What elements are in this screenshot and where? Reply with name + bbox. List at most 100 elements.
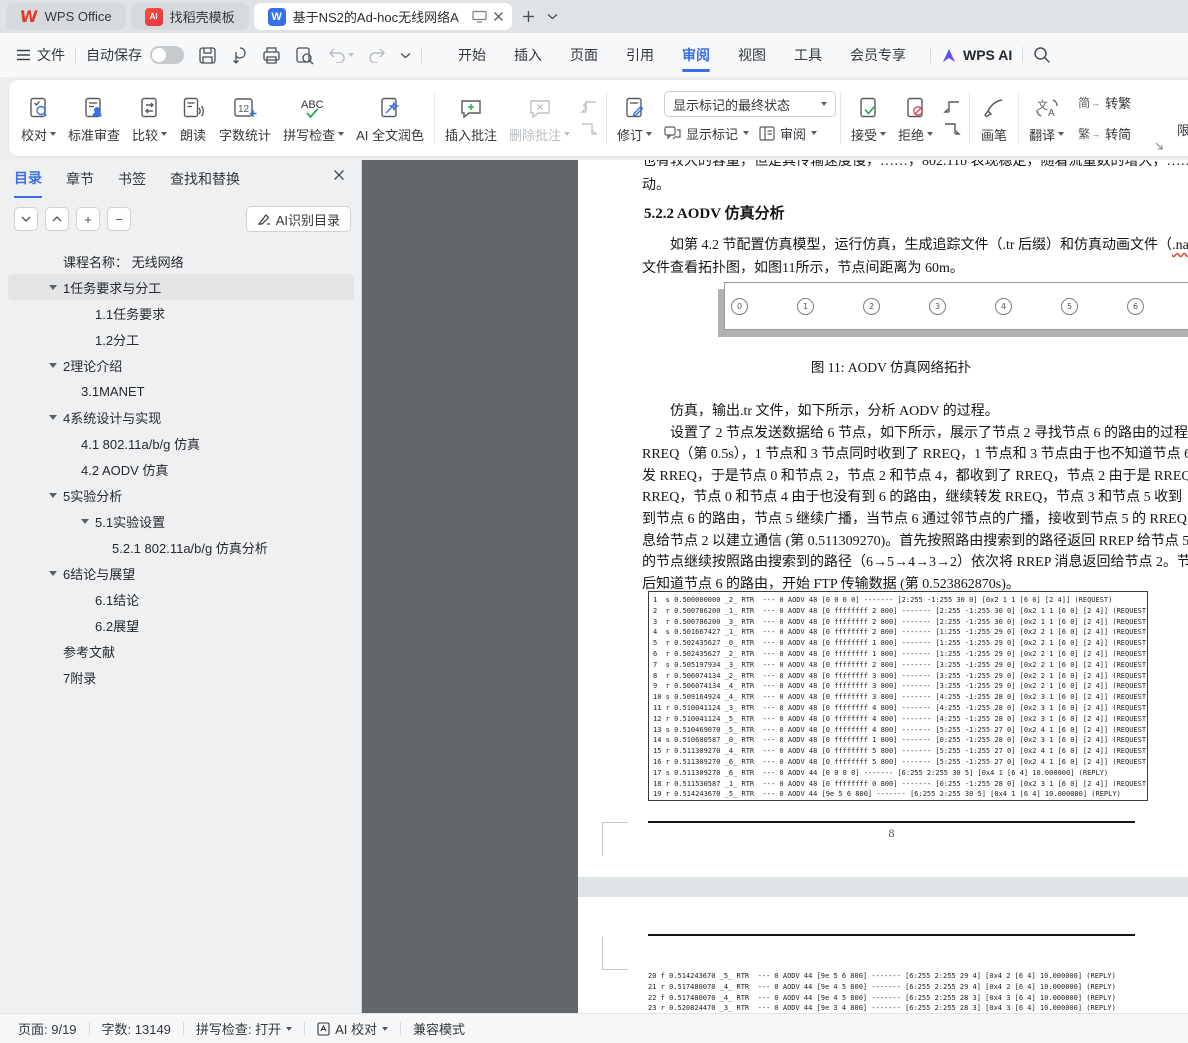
reject-button[interactable]: 拒绝 xyxy=(892,91,939,146)
document-canvas[interactable]: 也有较大的容量，但是其传输速度慢，……，802.11b 表现稳定，随着流量数的增… xyxy=(362,160,1188,1013)
toc-item[interactable]: 5实验分析 xyxy=(8,482,354,508)
menu-tab[interactable]: 会员专享 xyxy=(836,33,920,77)
review-pane-button[interactable]: 审阅 xyxy=(759,121,818,145)
translate-button[interactable]: 文A 翻译 xyxy=(1023,91,1070,146)
page-indicator[interactable]: 页面: 9/19 xyxy=(18,1019,77,1038)
tab-wps-office[interactable]: W WPS Office xyxy=(6,3,126,30)
toc-item[interactable]: 6结论与展望 xyxy=(8,560,354,586)
compare-button[interactable]: 比较 xyxy=(126,91,173,146)
ribbon-group-ink: 画笔 xyxy=(974,84,1014,152)
ai-proofread-status[interactable]: AI 校对 xyxy=(317,1019,389,1038)
close-icon[interactable] xyxy=(493,11,504,22)
toc-item[interactable]: 3.1MANET xyxy=(8,378,354,404)
menu-tab[interactable]: 审阅 xyxy=(668,33,724,77)
toc-collapse-arrow-icon[interactable] xyxy=(49,570,57,576)
sidebar-tab-chapters[interactable]: 章节 xyxy=(66,160,94,198)
accept-button[interactable]: 接受 xyxy=(845,91,892,146)
toc-item[interactable]: 5.2.1 802.11a/b/g 仿真分析 xyxy=(8,534,354,560)
toc-collapse-arrow-icon[interactable] xyxy=(49,284,57,290)
brush-button[interactable]: 画笔 xyxy=(974,91,1014,146)
delete-comment-button[interactable]: 删除批注 xyxy=(503,91,576,146)
spell-check-status[interactable]: 拼写检查: 打开 xyxy=(196,1019,293,1038)
menu-tab[interactable]: 插入 xyxy=(500,33,556,77)
print-icon[interactable] xyxy=(262,46,281,64)
ai-polish-button[interactable]: AI 全文润色 xyxy=(350,91,430,146)
new-tab-button[interactable] xyxy=(517,5,541,29)
monitor-icon[interactable] xyxy=(472,10,487,23)
export-pdf-icon[interactable] xyxy=(231,46,248,65)
restrict-edit-button[interactable]: 限制编辑 xyxy=(1171,86,1188,141)
toc-item[interactable]: 4.2 AODV 仿真 xyxy=(8,456,354,482)
menu-tab[interactable]: 引用 xyxy=(612,33,668,77)
spell-check-button[interactable]: ABC 拼写检查 xyxy=(277,91,350,146)
read-aloud-button[interactable]: 朗读 xyxy=(173,91,213,146)
toc-collapse-arrow-icon[interactable] xyxy=(49,492,57,498)
toc-item[interactable]: 6.2展望 xyxy=(8,612,354,638)
tab-document[interactable]: W 基于NS2的Ad-hoc无线网络A xyxy=(253,3,512,30)
navigation-sidebar: 目录 章节 书签 查找和替换 + − AI识别目录 课程名称： 无线网络 1任务… xyxy=(0,160,362,1013)
toc-collapse-up-button[interactable] xyxy=(45,207,69,231)
toc-item[interactable]: 1.2分工 xyxy=(8,326,354,352)
file-menu[interactable]: 文件 xyxy=(16,45,65,65)
previous-change-icon[interactable] xyxy=(943,100,961,114)
toc-item[interactable]: 课程名称： 无线网络 xyxy=(8,248,354,274)
toc-item[interactable]: 4.1 802.11a/b/g 仿真 xyxy=(8,430,354,456)
group-expand-icon[interactable] xyxy=(1155,142,1164,151)
track-changes-icon xyxy=(623,93,647,123)
document-page-9[interactable]: 20 f 0.514243670 _5_ RTR --- 0 AODV 44 [… xyxy=(578,897,1188,1013)
previous-comment-icon[interactable] xyxy=(580,100,598,114)
toc-collapse-arrow-icon[interactable] xyxy=(49,414,57,420)
autosave-toggle[interactable] xyxy=(150,46,184,64)
standard-review-button[interactable]: 标准审查 xyxy=(62,91,126,146)
track-changes-button[interactable]: 修订 xyxy=(611,91,658,146)
tab-list-chevron-icon[interactable] xyxy=(541,5,565,29)
toc-zoom-out-button[interactable]: − xyxy=(107,207,131,231)
toc-item[interactable]: 1任务要求与分工 xyxy=(8,274,354,300)
sidebar-close-icon[interactable] xyxy=(333,169,345,181)
svg-text:ABC: ABC xyxy=(301,99,324,111)
toc-item[interactable]: 参考文献 xyxy=(8,638,354,664)
next-comment-icon[interactable] xyxy=(580,122,598,136)
trace-line: 8 r 0.506074134 _2_ RTR --- 0 AODV 48 [0… xyxy=(653,671,1148,680)
topology-node: 0 xyxy=(731,297,748,315)
word-count-button[interactable]: 12 字数统计 xyxy=(213,91,277,146)
proofread-button[interactable]: 校对 xyxy=(15,91,62,146)
brush-icon xyxy=(982,93,1006,123)
toc-item-label: 1任务要求与分工 xyxy=(63,280,162,296)
to-simplified-button[interactable]: 繁 → 转简 xyxy=(1078,122,1131,146)
toc-item[interactable]: 5.1实验设置 xyxy=(8,508,354,534)
toc-collapse-arrow-icon[interactable] xyxy=(49,362,57,368)
document-page-8[interactable]: 也有较大的容量，但是其传输速度慢，……，802.11b 表现稳定，随着流量数的增… xyxy=(578,160,1188,877)
toc-item[interactable]: 7附录 xyxy=(8,664,354,690)
menu-tab[interactable]: 工具 xyxy=(780,33,836,77)
sidebar-tab-find-replace[interactable]: 查找和替换 xyxy=(170,160,240,198)
save-icon[interactable] xyxy=(198,46,217,65)
tab-docer-template[interactable]: AI 找稻壳模板 xyxy=(130,3,249,30)
toc-item[interactable]: 1.1任务要求 xyxy=(8,300,354,326)
print-preview-icon[interactable] xyxy=(295,46,314,65)
toc-item[interactable]: 2理论介绍 xyxy=(8,352,354,378)
sidebar-tab-catalog[interactable]: 目录 xyxy=(14,160,42,198)
undo-icon[interactable] xyxy=(328,47,346,63)
menu-tab[interactable]: 视图 xyxy=(724,33,780,77)
toc-expand-down-button[interactable] xyxy=(14,207,38,231)
sidebar-tab-bookmarks[interactable]: 书签 xyxy=(118,160,146,198)
next-change-icon[interactable] xyxy=(943,122,961,136)
insert-comment-button[interactable]: 插入批注 xyxy=(439,91,503,146)
markup-state-dropdown[interactable]: 显示标记的最终状态 xyxy=(664,91,837,117)
trace-line: 3 r 0.500786200 _3_ RTR --- 0 AODV 48 [0… xyxy=(653,617,1148,626)
more-commands-chevron-icon[interactable] xyxy=(400,52,411,59)
word-count-indicator[interactable]: 字数: 13149 xyxy=(102,1019,171,1038)
toc-item[interactable]: 6.1结论 xyxy=(8,586,354,612)
menu-tab[interactable]: 开始 xyxy=(444,33,500,77)
toc-collapse-arrow-icon[interactable] xyxy=(81,518,89,524)
wps-ai-button[interactable]: WPS AI xyxy=(941,47,1012,63)
ai-recognize-toc-button[interactable]: AI识别目录 xyxy=(245,206,351,232)
menu-tab[interactable]: 页面 xyxy=(556,33,612,77)
to-traditional-button[interactable]: 简 → 转繁 xyxy=(1078,91,1131,115)
toc-zoom-in-button[interactable]: + xyxy=(76,207,100,231)
redo-icon[interactable] xyxy=(368,47,386,63)
show-markup-button[interactable]: 显示标记 xyxy=(664,121,750,145)
toc-item[interactable]: 4系统设计与实现 xyxy=(8,404,354,430)
search-icon[interactable] xyxy=(1033,46,1051,64)
